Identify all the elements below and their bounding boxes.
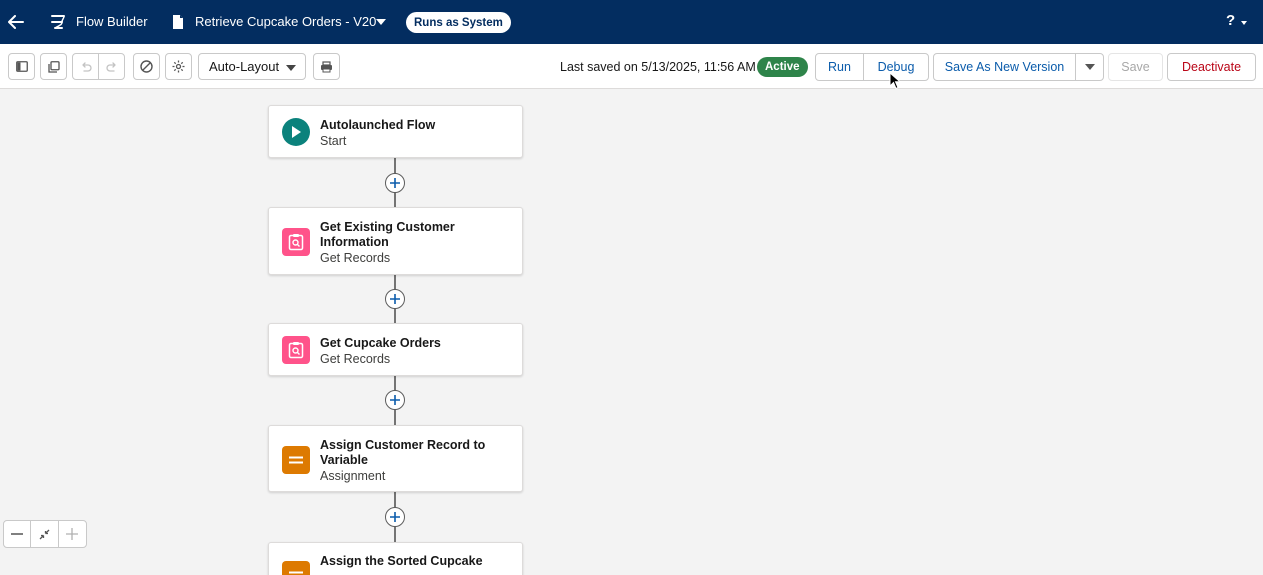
- redo-button[interactable]: [98, 53, 125, 80]
- chevron-down-icon: [1084, 64, 1095, 70]
- redo-icon: [105, 61, 116, 72]
- print-button[interactable]: [313, 53, 340, 80]
- status-badge: Active: [757, 57, 808, 77]
- last-saved-text: Last saved on 5/13/2025, 11:56 AM: [560, 60, 756, 74]
- settings-button[interactable]: [165, 53, 192, 80]
- run-button[interactable]: Run: [815, 53, 864, 81]
- back-arrow-icon: [8, 15, 24, 29]
- add-element-button[interactable]: [385, 507, 405, 527]
- minus-icon: [11, 533, 24, 535]
- gear-icon: [172, 60, 185, 73]
- help-icon[interactable]: ?: [1226, 12, 1235, 29]
- record-search-icon: [282, 228, 310, 256]
- add-element-button[interactable]: [385, 173, 405, 193]
- node-subtitle: Assignment: [320, 469, 386, 483]
- undo-icon: [81, 61, 92, 72]
- toolbar: Auto-Layout Last saved on 5/13/2025, 11:…: [0, 44, 1263, 89]
- flow-node-get-records[interactable]: Get Existing Customer Information Get Re…: [268, 207, 523, 275]
- plus-icon: [390, 512, 400, 522]
- record-search-icon: [282, 336, 310, 364]
- node-title: Assign Customer Record to Variable: [320, 438, 486, 467]
- node-title: Autolaunched Flow: [320, 118, 436, 132]
- ban-icon: [140, 60, 153, 73]
- node-title: Assign the Sorted Cupcake: [320, 554, 483, 568]
- assignment-icon: [282, 446, 310, 474]
- contract-icon: [39, 529, 50, 539]
- runs-as-badge: Runs as System: [406, 12, 511, 33]
- flow-node-get-records[interactable]: Get Cupcake Orders Get Records: [268, 323, 523, 376]
- errors-button[interactable]: [133, 53, 160, 80]
- node-subtitle: Get Records: [320, 251, 391, 265]
- deactivate-button[interactable]: Deactivate: [1167, 53, 1256, 81]
- printer-icon: [321, 60, 332, 72]
- flow-builder-icon: [51, 15, 65, 29]
- chevron-down-icon: [286, 65, 296, 71]
- panel-icon: [15, 61, 28, 72]
- zoom-controls: [3, 520, 87, 548]
- play-icon: [282, 118, 310, 146]
- help-caret-icon[interactable]: [1241, 21, 1247, 25]
- node-title: Get Cupcake Orders: [320, 336, 441, 350]
- plus-icon: [66, 528, 79, 540]
- flow-canvas[interactable]: Autolaunched Flow Start Get Existing Cus…: [0, 89, 1263, 575]
- plus-icon: [390, 178, 400, 188]
- zoom-out-button[interactable]: [4, 521, 32, 547]
- fit-view-button[interactable]: [31, 521, 59, 547]
- plus-icon: [390, 294, 400, 304]
- save-options-button[interactable]: [1075, 53, 1104, 81]
- node-title: Get Existing Customer Information: [320, 220, 455, 249]
- undo-button[interactable]: [72, 53, 99, 80]
- mouse-pointer-icon: [889, 72, 901, 90]
- toggle-panel-button[interactable]: [8, 53, 35, 80]
- flow-node-start[interactable]: Autolaunched Flow Start: [268, 105, 523, 158]
- copy-icon: [47, 60, 60, 73]
- add-element-button[interactable]: [385, 390, 405, 410]
- flow-name[interactable]: Retrieve Cupcake Orders - V20: [195, 14, 376, 29]
- document-icon: [173, 15, 183, 29]
- add-element-button[interactable]: [385, 289, 405, 309]
- save-as-new-version-button[interactable]: Save As New Version: [933, 53, 1076, 81]
- plus-icon: [390, 395, 400, 405]
- flow-menu-caret-icon[interactable]: [376, 19, 386, 25]
- app-name: Flow Builder: [76, 14, 148, 29]
- app-header: Flow Builder Retrieve Cupcake Orders - V…: [0, 0, 1263, 44]
- zoom-in-button[interactable]: [59, 521, 86, 547]
- layout-select[interactable]: Auto-Layout: [198, 53, 306, 80]
- node-subtitle: Get Records: [320, 352, 391, 366]
- assignment-icon: [282, 561, 310, 575]
- layout-select-value: Auto-Layout: [209, 59, 280, 74]
- node-subtitle: Start: [320, 134, 347, 148]
- back-button[interactable]: [6, 12, 26, 32]
- copy-button[interactable]: [40, 53, 67, 80]
- flow-node-assignment[interactable]: Assign the Sorted Cupcake: [268, 542, 523, 575]
- flow-node-assignment[interactable]: Assign Customer Record to Variable Assig…: [268, 425, 523, 492]
- save-button[interactable]: Save: [1108, 53, 1163, 81]
